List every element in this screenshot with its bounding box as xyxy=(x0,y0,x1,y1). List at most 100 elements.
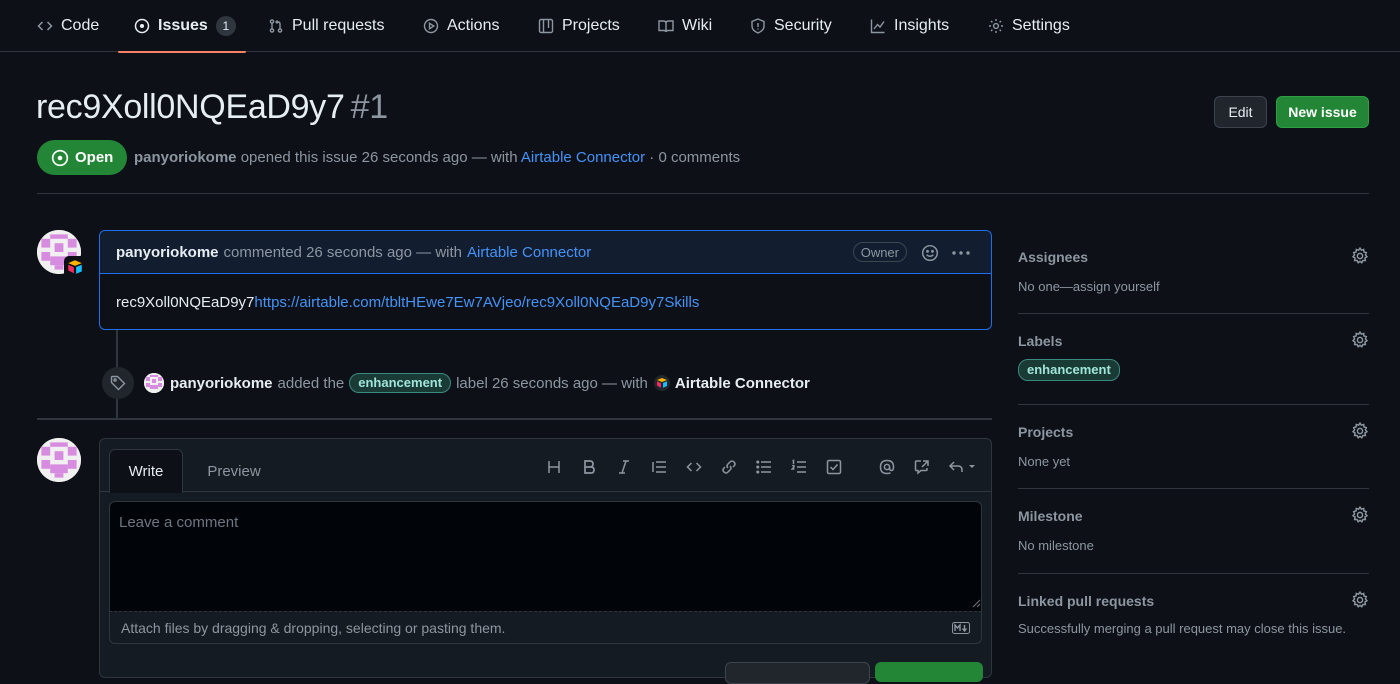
projects-value: None yet xyxy=(1018,454,1071,469)
event-actor-link[interactable]: panyoriokome xyxy=(170,375,273,392)
comment-via-link[interactable]: Airtable Connector xyxy=(467,244,591,261)
reply-icon xyxy=(948,461,975,472)
airtable-logo-icon xyxy=(68,260,82,274)
sidebar-label-pill[interactable]: enhancement xyxy=(1018,359,1120,381)
code-icon xyxy=(686,462,702,472)
edit-button[interactable]: Edit xyxy=(1214,96,1267,128)
bold-button[interactable] xyxy=(579,457,599,477)
book-icon xyxy=(658,20,674,33)
nav-projects-label: Projects xyxy=(562,17,620,34)
nav-issues-label: Issues xyxy=(158,17,208,34)
issue-opened-text: opened this issue 26 seconds ago — with xyxy=(240,149,518,166)
link-button[interactable] xyxy=(719,457,739,477)
kebab-horizontal-icon[interactable] xyxy=(951,244,971,262)
tab-preview[interactable]: Preview xyxy=(194,449,274,493)
gear-icon[interactable] xyxy=(1351,506,1369,524)
gear-icon[interactable] xyxy=(1351,331,1369,349)
event-action: added the xyxy=(277,374,345,392)
gear-icon xyxy=(989,19,1003,33)
list-unordered-icon xyxy=(756,460,771,474)
tasklist-icon xyxy=(826,459,842,475)
sidebar-projects: Projects None yet xyxy=(1018,422,1369,472)
nav-issues[interactable]: Issues 1 xyxy=(118,0,246,53)
gear-icon[interactable] xyxy=(1351,422,1369,440)
task-list-button[interactable] xyxy=(824,457,844,477)
sidebar-linked-prs: Linked pull requests Successfully mergin… xyxy=(1018,591,1369,639)
ordered-list-button[interactable] xyxy=(789,457,809,477)
markdown-icon xyxy=(952,622,970,634)
sidebar-assignees: Assignees No one—assign yourself xyxy=(1018,247,1369,297)
nav-insights-label: Insights xyxy=(894,17,950,34)
nav-actions[interactable]: Actions xyxy=(423,0,499,52)
play-icon xyxy=(423,18,439,34)
event-label-pill[interactable]: enhancement xyxy=(349,373,452,393)
new-issue-button[interactable]: New issue xyxy=(1276,96,1369,128)
nav-code[interactable]: Code xyxy=(37,0,99,52)
issue-author-link[interactable]: panyoriokome xyxy=(134,149,237,166)
issue-state-badge: Open xyxy=(37,140,128,175)
table-icon xyxy=(538,18,554,34)
nav-wiki[interactable]: Wiki xyxy=(658,0,712,52)
nav-settings-label: Settings xyxy=(1012,17,1070,34)
timeline-divider xyxy=(37,418,992,420)
saved-replies-button[interactable] xyxy=(947,457,979,477)
attach-files-bar[interactable]: Attach files by dragging & dropping, sel… xyxy=(109,611,982,644)
comment-author-link[interactable]: panyoriokome xyxy=(116,244,219,261)
issue-title-text: rec9Xoll0NQEaD9y7 xyxy=(36,88,345,126)
code-button[interactable] xyxy=(684,457,704,477)
issues-counter: 1 xyxy=(215,16,236,36)
cross-reference-button[interactable] xyxy=(912,457,932,477)
issue-state-label: Open xyxy=(75,149,114,166)
nav-projects[interactable]: Projects xyxy=(538,0,620,52)
nav-security-label: Security xyxy=(774,17,832,34)
shield-icon xyxy=(751,18,765,34)
tag-icon xyxy=(110,375,126,391)
comment-body-link[interactable]: https://airtable.com/tbltHEwe7Ew7AVjeo/r… xyxy=(254,294,699,311)
issue-opened-icon xyxy=(134,18,150,34)
event-icon-wrap xyxy=(102,367,134,399)
issue-comment: panyoriokome commented 26 seconds ago — … xyxy=(99,230,992,330)
nav-insights[interactable]: Insights xyxy=(870,0,949,52)
assignees-value[interactable]: No one—assign yourself xyxy=(1018,277,1369,297)
gear-icon[interactable] xyxy=(1351,247,1369,265)
issue-title: rec9Xoll0NQEaD9y7 #1 xyxy=(36,88,388,127)
issue-opened-icon xyxy=(51,149,69,166)
heading-button[interactable] xyxy=(544,457,564,477)
linked-prs-title: Linked pull requests xyxy=(1018,593,1155,609)
airtable-logo-icon xyxy=(653,375,670,391)
nav-settings[interactable]: Settings xyxy=(988,0,1070,52)
nav-wiki-label: Wiki xyxy=(682,17,713,34)
event-app-link[interactable]: Airtable Connector xyxy=(675,375,810,392)
sidebar-milestone: Milestone No milestone xyxy=(1018,506,1369,556)
nav-security[interactable]: Security xyxy=(750,0,832,52)
smiley-icon[interactable] xyxy=(921,244,939,262)
issue-meta: panyoriokome opened this issue 26 second… xyxy=(134,149,740,166)
resize-handle-icon[interactable] xyxy=(972,599,981,608)
sidebar-divider xyxy=(1018,313,1369,314)
comment-textarea[interactable]: Leave a comment xyxy=(109,501,982,611)
milestone-value: No milestone xyxy=(1018,538,1094,553)
issue-via-link[interactable]: Airtable Connector xyxy=(521,149,645,166)
mention-button[interactable] xyxy=(877,457,897,477)
quote-button[interactable] xyxy=(649,457,669,477)
current-user-avatar[interactable] xyxy=(37,438,81,482)
gear-icon[interactable] xyxy=(1351,591,1369,609)
assignees-title: Assignees xyxy=(1018,249,1089,265)
identicon-avatar xyxy=(37,438,81,482)
owner-badge: Owner xyxy=(852,242,907,262)
sidebar-divider xyxy=(1018,488,1369,489)
nav-code-label: Code xyxy=(61,17,100,34)
italic-button[interactable] xyxy=(614,457,634,477)
close-issue-button[interactable] xyxy=(725,662,870,684)
tab-write[interactable]: Write xyxy=(109,449,183,493)
comment-submit-button[interactable] xyxy=(875,662,983,682)
event-actor-avatar[interactable] xyxy=(144,373,164,393)
airtable-badge xyxy=(64,256,86,278)
comment-header: panyoriokome commented 26 seconds ago — … xyxy=(100,231,991,274)
italic-icon xyxy=(619,460,629,474)
comment-body-text: rec9Xoll0NQEaD9y7 xyxy=(116,294,255,311)
nav-pull-requests[interactable]: Pull requests xyxy=(268,0,385,52)
unordered-list-button[interactable] xyxy=(754,457,774,477)
issue-number: #1 xyxy=(350,88,389,126)
editor-tabs: Write Preview xyxy=(100,439,991,493)
